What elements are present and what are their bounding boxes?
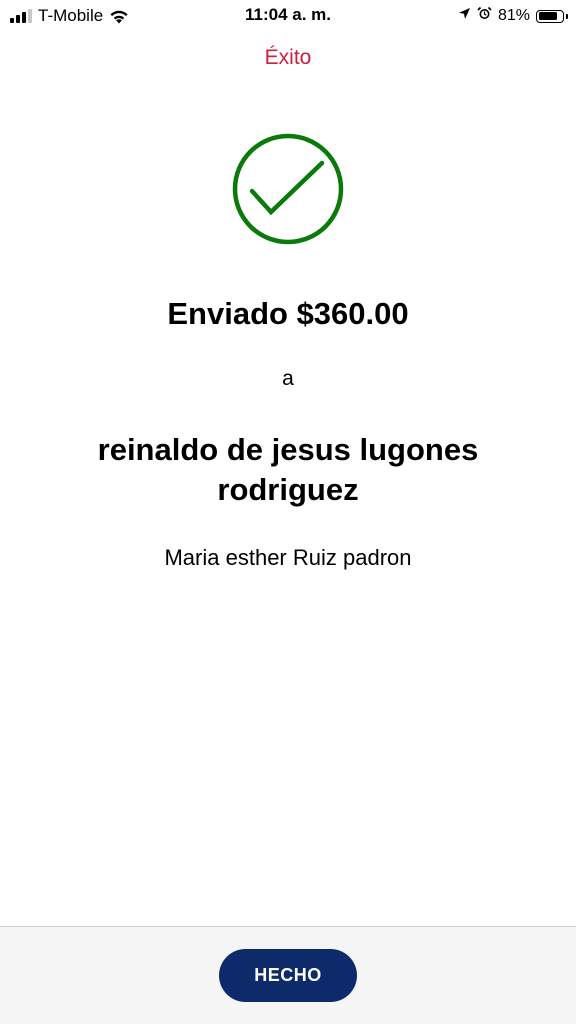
transfer-success-screen: T-Mobile 11:04 a. m. 81% Éxito Enviado $… [0, 0, 576, 1024]
battery-icon [536, 9, 568, 23]
page-title: Éxito [264, 46, 312, 69]
sender-name: Maria esther Ruiz padron [164, 545, 412, 570]
battery-fill [538, 12, 558, 20]
status-bar: T-Mobile 11:04 a. m. 81% [0, 0, 576, 32]
alarm-icon [477, 6, 492, 26]
status-right: 81% [458, 5, 568, 27]
check-circle-icon [232, 133, 344, 245]
location-icon [458, 7, 471, 25]
recipient-name: reinaldo de jesus lugones rodriguez [97, 432, 479, 507]
footer-bar: HECHO [0, 926, 576, 1024]
battery-percent: 81% [497, 7, 530, 24]
connector-text: a [282, 367, 294, 390]
done-button[interactable]: HECHO [219, 949, 357, 1002]
sent-amount: Enviado $360.00 [167, 296, 409, 331]
